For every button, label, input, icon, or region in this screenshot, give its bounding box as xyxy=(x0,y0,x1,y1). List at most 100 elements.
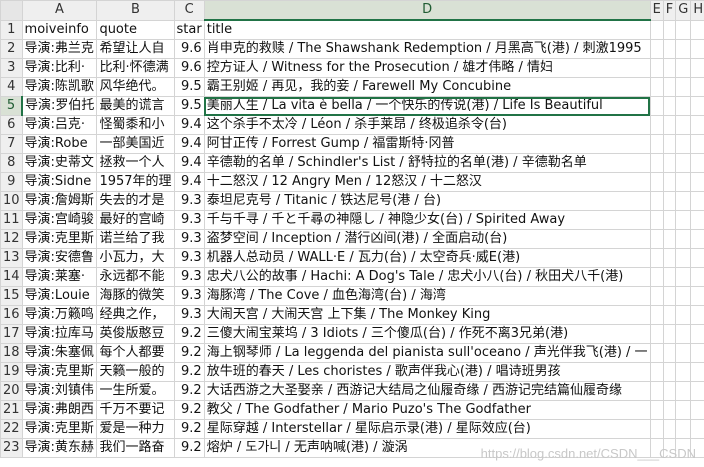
column-header-h[interactable]: H xyxy=(690,0,704,21)
cell-quote[interactable]: 海豚的微笑 xyxy=(96,286,175,306)
cell-empty-g[interactable] xyxy=(675,96,692,116)
cell-star[interactable]: 9.2 xyxy=(173,362,205,382)
cell-empty-e[interactable] xyxy=(649,19,664,40)
cell-title[interactable]: 泰坦尼克号 / Titanic / 铁达尼号(港 / 台) xyxy=(203,191,651,211)
cell-moiveinfo[interactable]: 导演:Louie xyxy=(21,286,98,306)
row-header[interactable]: 12 xyxy=(0,229,23,249)
row-header[interactable]: 11 xyxy=(0,210,23,230)
cell-quote[interactable]: 拯救一个人 xyxy=(96,153,175,173)
cell-empty-g[interactable] xyxy=(675,210,692,230)
cell-title[interactable]: 放牛班的春天 / Les choristes / 歌声伴我心(港) / 唱诗班男… xyxy=(203,362,651,382)
cell-title[interactable]: 控方证人 / Witness for the Prosecution / 雄才伟… xyxy=(203,58,651,78)
column-header-e[interactable]: E xyxy=(649,0,664,21)
cell-quote[interactable]: 最美的谎言 xyxy=(96,96,175,116)
cell-star[interactable]: 9.3 xyxy=(173,248,205,268)
cell-empty-h[interactable] xyxy=(690,191,704,211)
cell-empty-g[interactable] xyxy=(675,115,692,135)
cell-star[interactable]: 9.6 xyxy=(173,39,205,59)
row-header[interactable]: 3 xyxy=(0,58,23,78)
cell-title[interactable]: 辛德勒的名单 / Schindler's List / 舒特拉的名单(港) / … xyxy=(203,153,651,173)
row-header[interactable]: 13 xyxy=(0,248,23,268)
cell-empty-h[interactable] xyxy=(690,343,704,363)
cell-star[interactable]: 9.4 xyxy=(173,134,205,154)
cell-star[interactable]: 9.2 xyxy=(173,419,205,439)
row-header[interactable]: 1 xyxy=(0,19,23,40)
cell-star[interactable]: 9.3 xyxy=(173,229,205,249)
column-header-f[interactable]: F xyxy=(662,0,677,21)
cell-empty-f[interactable] xyxy=(662,19,677,40)
row-header[interactable]: 10 xyxy=(0,191,23,211)
cell-empty-h[interactable] xyxy=(690,419,704,439)
row-header[interactable]: 16 xyxy=(0,305,23,325)
row-header[interactable]: 5 xyxy=(0,96,24,116)
cell-star[interactable]: 9.4 xyxy=(173,172,205,192)
row-header[interactable]: 8 xyxy=(0,153,23,173)
cell-moiveinfo[interactable]: 导演:安德鲁 xyxy=(21,248,98,268)
cell-empty-g[interactable] xyxy=(675,324,692,344)
row-header[interactable]: 22 xyxy=(0,419,23,439)
cell-quote[interactable]: 我们一路奋 xyxy=(96,438,175,458)
cell-moiveinfo[interactable]: 导演:莱塞· xyxy=(21,267,98,287)
cell-empty-h[interactable] xyxy=(690,286,704,306)
cell-empty-g[interactable] xyxy=(675,229,692,249)
cell-title[interactable]: 美丽人生 / La vita è bella / 一个快乐的传说(港) / Li… xyxy=(203,96,651,116)
cell-moiveinfo[interactable]: 导演:Sidne xyxy=(21,172,98,192)
cell-star[interactable]: 9.2 xyxy=(173,381,205,401)
cell-empty-h[interactable] xyxy=(690,58,704,78)
cell-title[interactable]: 大话西游之大圣娶亲 / 西游记大结局之仙履奇缘 / 西游记完结篇仙履奇缘 xyxy=(203,381,651,401)
cell-quote[interactable]: 一部美国近 xyxy=(96,134,175,154)
cell-empty-g[interactable] xyxy=(675,419,692,439)
cell-empty-e[interactable] xyxy=(649,267,664,287)
cell-empty-f[interactable] xyxy=(662,324,677,344)
cell-empty-e[interactable] xyxy=(649,248,664,268)
cell-star[interactable]: 9.2 xyxy=(173,324,205,344)
column-header-d[interactable]: D xyxy=(203,0,651,21)
cell-star[interactable]: star xyxy=(173,19,205,40)
cell-moiveinfo[interactable]: 导演:陈凯歌 xyxy=(21,77,98,97)
cell-empty-g[interactable] xyxy=(675,305,692,325)
cell-empty-g[interactable] xyxy=(675,400,692,420)
cell-empty-f[interactable] xyxy=(662,115,677,135)
cell-quote[interactable]: 怪蜀黍和小 xyxy=(96,115,175,135)
cell-empty-f[interactable] xyxy=(662,267,677,287)
cell-moiveinfo[interactable]: 导演:朱塞佩 xyxy=(21,343,98,363)
cell-empty-f[interactable] xyxy=(662,58,677,78)
cell-empty-e[interactable] xyxy=(649,39,664,59)
cell-star[interactable]: 9.3 xyxy=(173,305,205,325)
cell-empty-h[interactable] xyxy=(690,248,704,268)
row-header[interactable]: 19 xyxy=(0,362,23,382)
cell-empty-e[interactable] xyxy=(649,324,664,344)
cell-empty-e[interactable] xyxy=(649,134,664,154)
cell-star[interactable]: 9.5 xyxy=(173,77,205,97)
cell-title[interactable]: 忠犬八公的故事 / Hachi: A Dog's Tale / 忠犬小八(台) … xyxy=(203,267,651,287)
cell-quote[interactable]: 希望让人自 xyxy=(96,39,175,59)
cell-star[interactable]: 9.3 xyxy=(173,267,205,287)
cell-empty-f[interactable] xyxy=(662,343,677,363)
cell-moiveinfo[interactable]: moiveinfo xyxy=(21,19,98,40)
cell-title[interactable]: 肖申克的救赎 / The Shawshank Redemption / 月黑高飞… xyxy=(203,39,651,59)
cell-empty-g[interactable] xyxy=(675,134,692,154)
cell-empty-e[interactable] xyxy=(649,153,664,173)
cell-empty-g[interactable] xyxy=(675,19,692,40)
row-header[interactable]: 7 xyxy=(0,134,23,154)
cell-empty-h[interactable] xyxy=(690,362,704,382)
cell-quote[interactable]: 千万不要记 xyxy=(96,400,175,420)
cell-star[interactable]: 9.4 xyxy=(173,153,205,173)
cell-empty-e[interactable] xyxy=(649,96,664,116)
cell-quote[interactable]: 失去的才是 xyxy=(96,191,175,211)
cell-empty-f[interactable] xyxy=(662,96,677,116)
cell-empty-f[interactable] xyxy=(662,400,677,420)
cell-quote[interactable]: 小瓦力，大 xyxy=(96,248,175,268)
column-header-a[interactable]: A xyxy=(21,0,98,21)
cell-empty-g[interactable] xyxy=(675,77,692,97)
row-header[interactable]: 4 xyxy=(0,77,23,97)
cell-empty-h[interactable] xyxy=(690,39,704,59)
cell-empty-g[interactable] xyxy=(675,381,692,401)
cell-moiveinfo[interactable]: 导演:弗兰克 xyxy=(21,39,98,59)
cell-star[interactable]: 9.5 xyxy=(173,96,205,116)
cell-title[interactable]: 这个杀手不太冷 / Léon / 杀手莱昂 / 终极追杀令(台) xyxy=(203,115,651,135)
cell-empty-e[interactable] xyxy=(649,229,664,249)
cell-moiveinfo[interactable]: 导演:黄东赫 xyxy=(21,438,98,458)
cell-empty-e[interactable] xyxy=(649,343,664,363)
cell-empty-h[interactable] xyxy=(690,134,704,154)
